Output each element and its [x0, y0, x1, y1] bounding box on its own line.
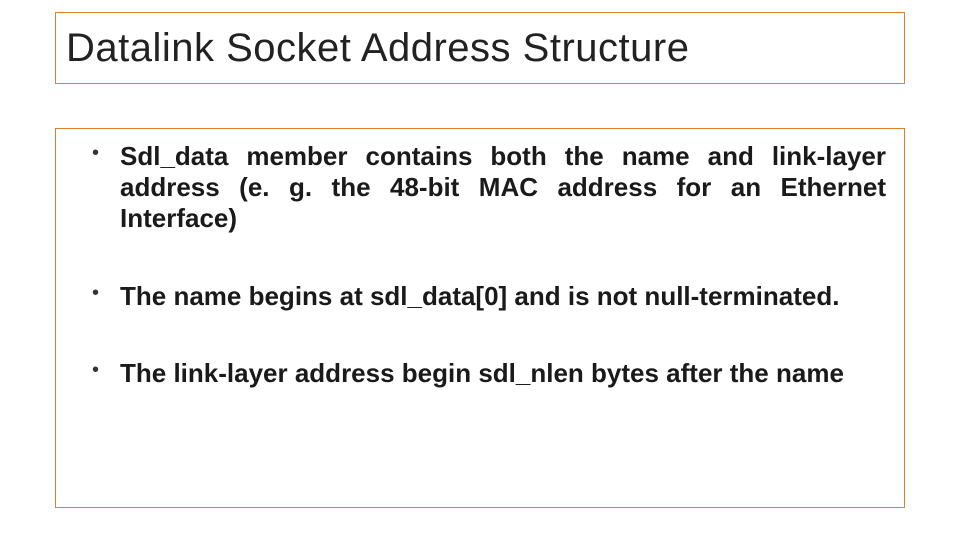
slide-title: Datalink Socket Address Structure [66, 26, 689, 71]
slide: Datalink Socket Address Structure Sdl_da… [0, 0, 960, 540]
bullet-list: Sdl_data member contains both the name a… [74, 141, 886, 389]
bullet-item: Sdl_data member contains both the name a… [74, 141, 886, 235]
bullet-item: The name begins at sdl_data[0] and is no… [74, 281, 886, 312]
bullet-item: The link-layer address begin sdl_nlen by… [74, 358, 886, 389]
body-box: Sdl_data member contains both the name a… [55, 128, 905, 508]
title-box: Datalink Socket Address Structure [55, 12, 905, 84]
